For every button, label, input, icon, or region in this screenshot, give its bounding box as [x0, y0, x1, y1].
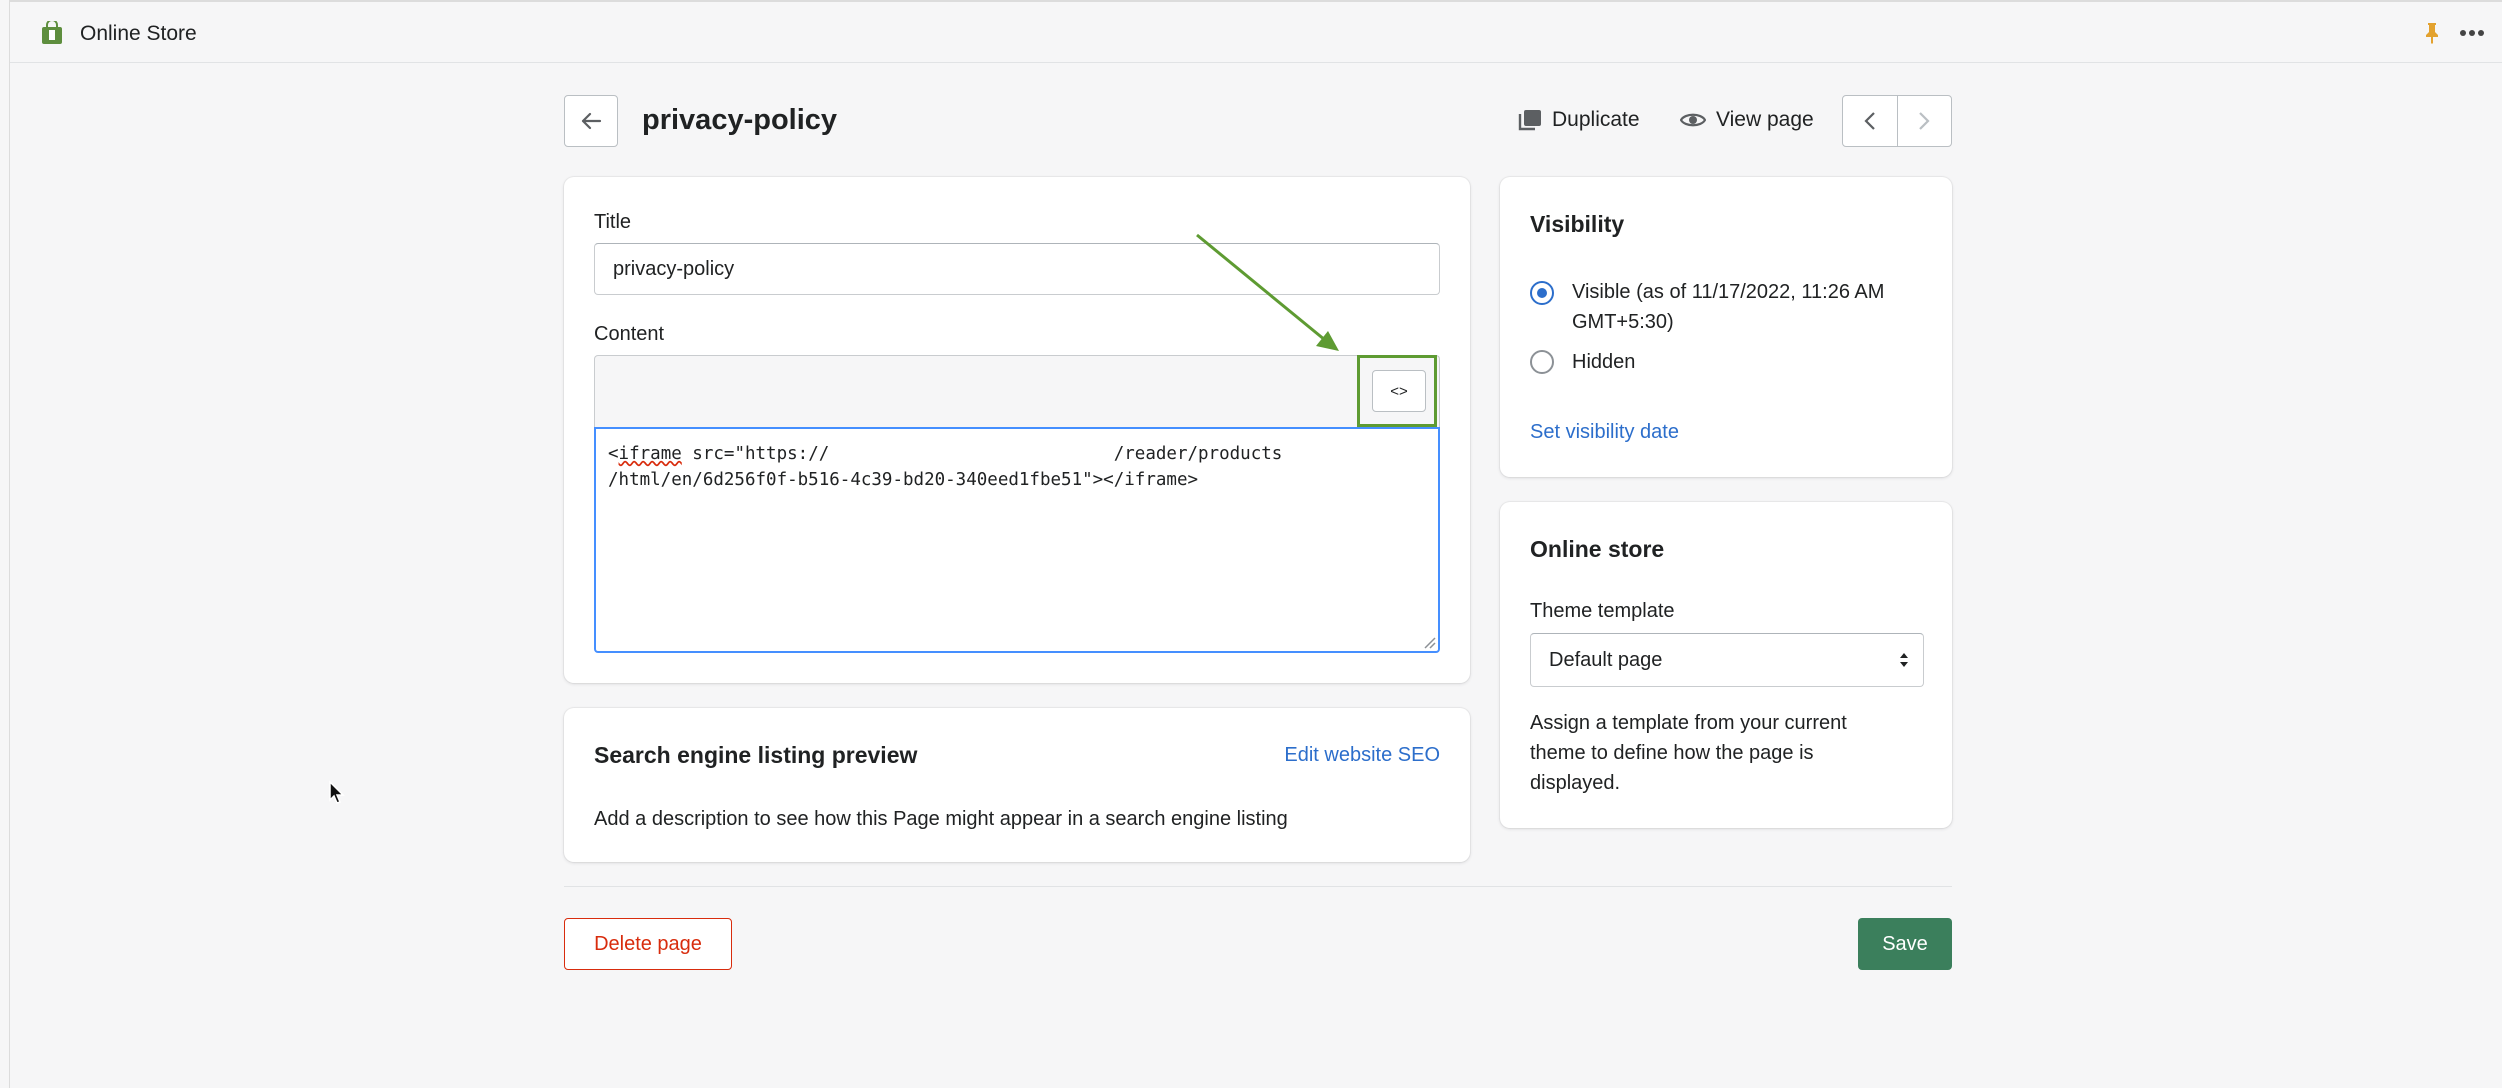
- online-store-heading: Online store: [1530, 536, 1665, 562]
- more-options-icon[interactable]: [2458, 22, 2486, 44]
- pin-icon[interactable]: [2422, 21, 2442, 45]
- chevron-left-icon: [1864, 112, 1875, 130]
- mouse-cursor-icon: [329, 780, 345, 804]
- help-line-3: displayed.: [1530, 772, 1621, 794]
- page-pagination: [1842, 95, 1952, 147]
- show-html-button[interactable]: <>: [1372, 370, 1426, 412]
- rich-text-toolbar: [594, 355, 1440, 427]
- page-editor-card: Title privacy-policy Content <> <iframe …: [564, 177, 1470, 683]
- seo-heading: Search engine listing preview: [594, 742, 918, 768]
- visible-label-line-1: Visible (as of 11/17/2022, 11:26 AM: [1572, 281, 1885, 303]
- duplicate-icon: [1518, 110, 1541, 131]
- back-button[interactable]: [564, 95, 618, 147]
- resize-handle-icon[interactable]: [1422, 635, 1436, 649]
- duplicate-button[interactable]: Duplicate: [1518, 108, 1640, 132]
- theme-template-value: Default page: [1549, 649, 1663, 671]
- title-input[interactable]: privacy-policy: [594, 243, 1440, 295]
- next-page-button[interactable]: [1898, 96, 1952, 146]
- duplicate-label: Duplicate: [1552, 108, 1640, 131]
- online-store-card: Online store Theme template Default page…: [1500, 502, 1952, 828]
- save-button[interactable]: Save: [1858, 918, 1952, 970]
- set-visibility-date-link[interactable]: Set visibility date: [1530, 421, 1679, 444]
- help-line-2: theme to define how the page is: [1530, 742, 1814, 764]
- view-page-button[interactable]: View page: [1680, 108, 1814, 132]
- hidden-radio[interactable]: [1530, 350, 1554, 374]
- footer-divider: [564, 886, 1952, 887]
- window-edge: [9, 0, 10, 1088]
- code-line-2: /html/en/6d256f0f-b516-4c39-bd20-340eed1…: [608, 470, 1199, 490]
- theme-template-select[interactable]: Default page: [1530, 633, 1924, 687]
- hidden-label: Hidden: [1572, 351, 1636, 373]
- html-code-editor[interactable]: <iframe src="https:// /reader/products /…: [594, 427, 1440, 653]
- app-title: Online Store: [80, 22, 197, 45]
- select-arrows-icon: [1900, 653, 1908, 667]
- eye-icon: [1680, 113, 1706, 127]
- visibility-card: Visibility Visible (as of 11/17/2022, 11…: [1500, 177, 1952, 477]
- page-title: privacy-policy: [642, 104, 838, 136]
- seo-preview-card: Search engine listing preview Edit websi…: [564, 708, 1470, 862]
- visible-label-line-2: GMT+5:30): [1572, 311, 1674, 333]
- edit-website-seo-link[interactable]: Edit website SEO: [1284, 744, 1440, 767]
- code-line-1-rest: src="https:// /reader/products: [681, 444, 1283, 464]
- delete-page-button[interactable]: Delete page: [564, 918, 732, 970]
- code-line-1-tag: iframe: [618, 444, 682, 464]
- content-label: Content: [594, 323, 665, 345]
- app-top-bar: Online Store: [10, 0, 2502, 63]
- code-line-1-open: <: [608, 444, 619, 464]
- arrow-left-icon: [581, 112, 602, 130]
- help-line-1: Assign a template from your current: [1530, 712, 1847, 734]
- chevron-right-icon: [1919, 112, 1930, 130]
- view-page-label: View page: [1716, 108, 1814, 131]
- visible-radio[interactable]: [1530, 281, 1554, 305]
- previous-page-button[interactable]: [1843, 96, 1898, 146]
- theme-template-help: Assign a template from your current them…: [1530, 708, 1847, 798]
- title-label: Title: [594, 211, 632, 233]
- seo-description: Add a description to see how this Page m…: [594, 808, 1288, 830]
- visibility-heading: Visibility: [1530, 211, 1625, 237]
- shopify-bag-icon: [42, 21, 62, 44]
- visible-label: Visible (as of 11/17/2022, 11:26 AM GMT+…: [1572, 277, 1884, 337]
- theme-template-label: Theme template: [1530, 600, 1675, 622]
